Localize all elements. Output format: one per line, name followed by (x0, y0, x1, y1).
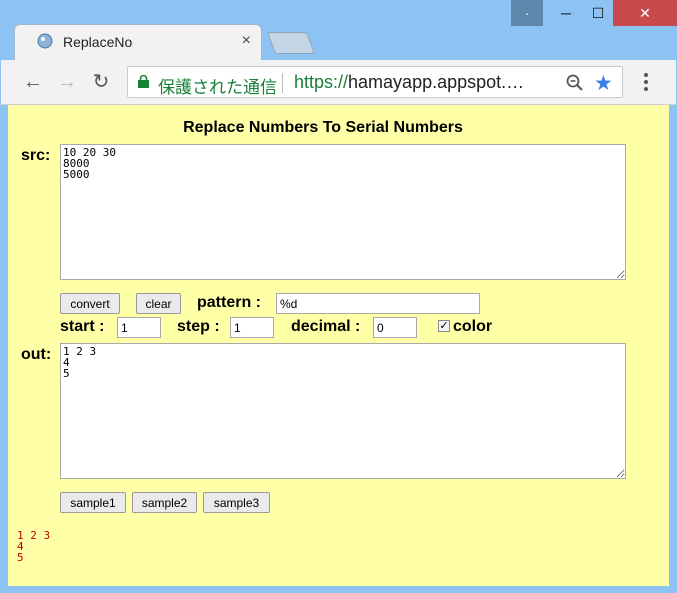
address-separator (282, 73, 283, 93)
out-label: out: (21, 346, 52, 363)
url-scheme: https:// (294, 72, 349, 92)
url-text[interactable]: https://hamayapp.appspot.… (294, 72, 524, 93)
step-label: step : (177, 318, 220, 335)
bookmark-star-icon[interactable]: ★ (594, 71, 613, 96)
close-tab-icon[interactable]: × (242, 32, 251, 50)
browser-tab[interactable]: ReplaceNo × (14, 24, 262, 60)
browser-toolbar: ← → ↻ 保護された通信 https://hamayapp.appspot.…… (1, 60, 676, 105)
sample3-button[interactable]: sample3 (203, 492, 270, 513)
color-label: color (453, 318, 493, 335)
secure-connection-label: 保護された通信 (158, 78, 277, 97)
decimal-label: decimal : (291, 318, 361, 335)
out-textarea[interactable]: 1 2 3 4 5 (60, 343, 626, 479)
page-title: Replace Numbers To Serial Numbers (183, 119, 463, 136)
zoom-icon[interactable] (565, 73, 585, 93)
decimal-input[interactable] (373, 317, 417, 338)
lock-icon (138, 75, 149, 88)
tab-title: ReplaceNo (63, 34, 133, 50)
sample2-button[interactable]: sample2 (132, 492, 197, 513)
src-textarea[interactable]: 10 20 30 8000 5000 (60, 144, 626, 280)
convert-button[interactable]: convert (60, 293, 120, 314)
browser-menu-icon[interactable] (636, 70, 656, 94)
pattern-input[interactable] (276, 293, 480, 314)
step-input[interactable] (230, 317, 274, 338)
title-bar: ReplaceNo × · ─ ☐ ✕ (0, 0, 677, 60)
clear-button[interactable]: clear (136, 293, 181, 314)
back-arrow-icon[interactable]: ← (21, 70, 45, 94)
close-window-button[interactable]: ✕ (613, 0, 677, 26)
colored-result-text: 1 2 3 4 5 (17, 529, 51, 564)
sample1-button[interactable]: sample1 (60, 492, 126, 513)
new-tab-button[interactable] (266, 32, 316, 54)
pattern-label: pattern : (197, 294, 261, 311)
start-label: start : (60, 318, 105, 335)
url-host: hamayapp.appspot.… (348, 72, 525, 92)
reload-icon[interactable]: ↻ (89, 70, 113, 94)
forward-arrow-icon[interactable]: → (55, 70, 79, 94)
src-label: src: (21, 147, 51, 164)
app-favicon-icon (37, 33, 53, 49)
start-input[interactable] (117, 317, 161, 338)
browser-window: ReplaceNo × · ─ ☐ ✕ ← → ↻ 保護された通信 https:… (0, 0, 677, 593)
color-checkbox[interactable]: ✓ (438, 320, 450, 332)
window-help-button[interactable]: · (511, 0, 543, 26)
page-content: Replace Numbers To Serial Numbers src: 1… (8, 105, 669, 586)
address-bar[interactable]: 保護された通信 https://hamayapp.appspot.… ★ (127, 66, 623, 98)
